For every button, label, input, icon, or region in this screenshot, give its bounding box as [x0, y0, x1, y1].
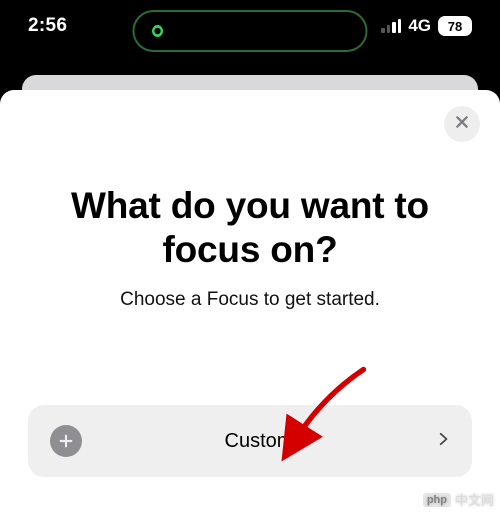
close-button[interactable] — [444, 106, 480, 142]
status-right: 4G 78 — [381, 16, 472, 36]
battery-icon: 78 — [438, 16, 472, 36]
status-bar: 2:56 4G 78 — [0, 0, 500, 52]
link-app-icon — [147, 20, 169, 42]
focus-option-custom[interactable]: Custom — [28, 405, 472, 477]
focus-setup-sheet: What do you want to focus on? Choose a F… — [0, 90, 500, 513]
close-icon — [454, 114, 470, 135]
plus-icon — [50, 425, 82, 457]
cellular-signal-icon — [381, 19, 401, 33]
focus-option-label: Custom — [82, 430, 436, 453]
chevron-right-icon — [436, 428, 450, 455]
page-title: What do you want to focus on? — [28, 184, 472, 271]
dynamic-island[interactable] — [133, 10, 368, 52]
battery-percent: 78 — [448, 19, 462, 34]
page-subtitle: Choose a Focus to get started. — [28, 289, 472, 311]
status-time: 2:56 — [28, 15, 67, 37]
network-type: 4G — [408, 16, 431, 36]
